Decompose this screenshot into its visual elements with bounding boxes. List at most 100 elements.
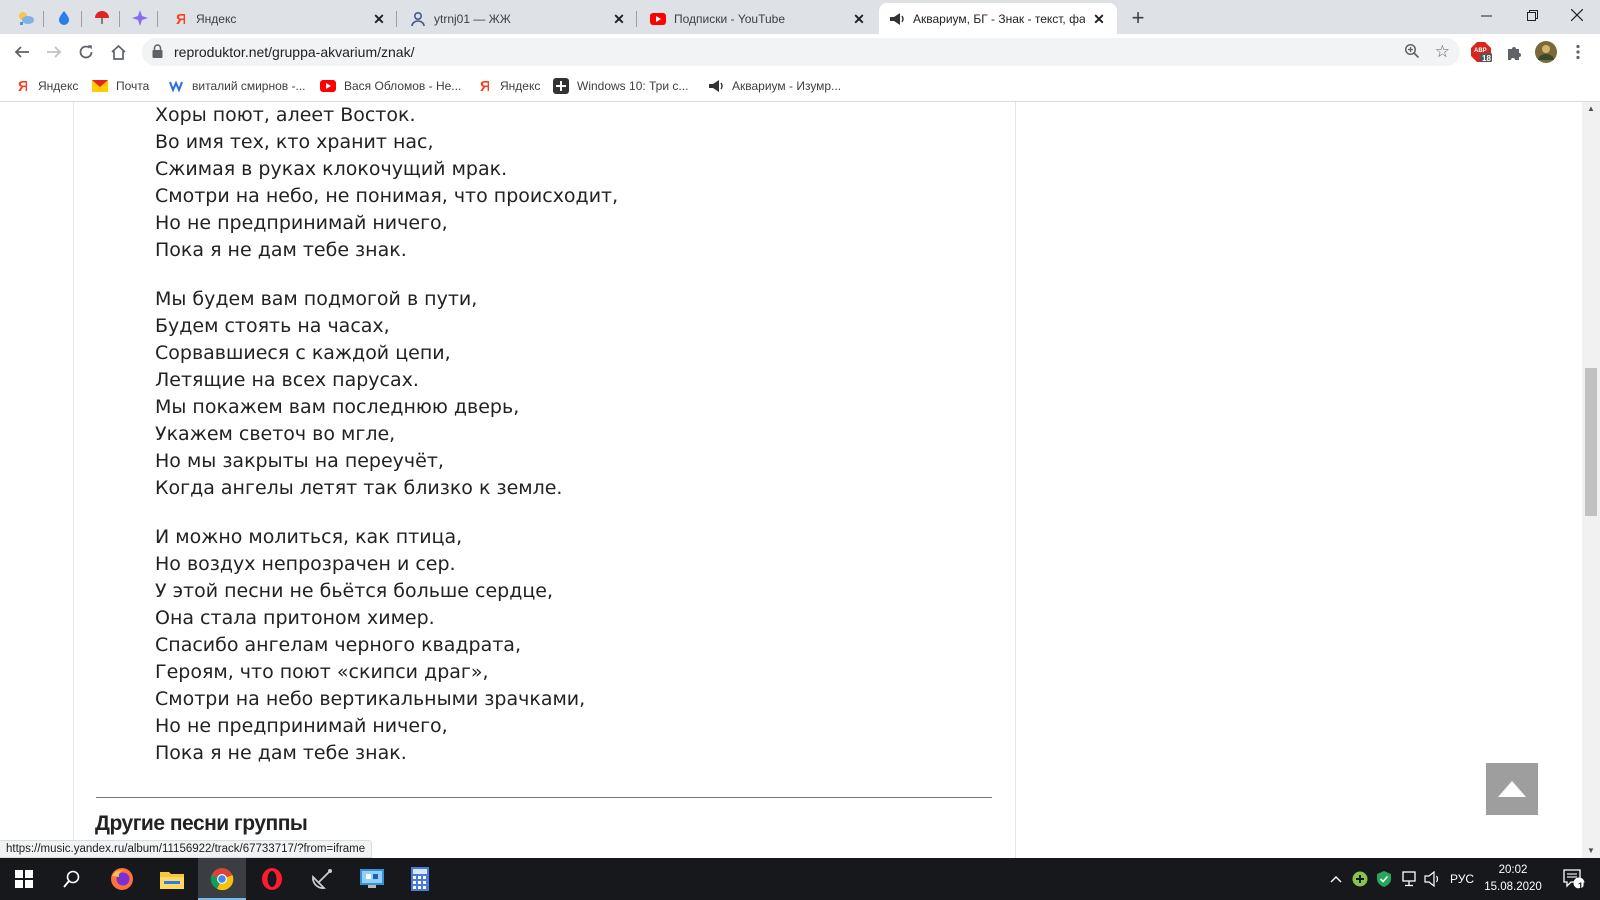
bookmark-star-icon[interactable]: ☆ [1435, 42, 1450, 62]
tab-separator [119, 11, 120, 27]
back-arrow-icon [14, 46, 29, 58]
youtube-icon [650, 11, 666, 27]
yandex-icon: Я [172, 11, 188, 27]
close-icon[interactable]: ✕ [851, 11, 867, 27]
tab-separator [157, 11, 158, 27]
lyrics-line: У этой песни не бьётся больше сердце, [155, 580, 554, 602]
taskbar-chrome[interactable] [198, 858, 246, 900]
bookmark-yandex-2[interactable]: Я Яндекс [476, 77, 540, 95]
tab-akvarium[interactable]: Аквариум, БГ - Знак - текст, фа ✕ [879, 3, 1117, 34]
home-button[interactable] [104, 38, 132, 66]
bookmark-yandex[interactable]: Я Яндекс [14, 77, 78, 95]
close-icon[interactable]: ✕ [611, 11, 627, 27]
restore-button[interactable] [1509, 0, 1555, 30]
bookmark-windows10[interactable]: Windows 10: Три с... [553, 77, 688, 95]
taskbar-opera[interactable] [248, 858, 296, 900]
new-tab-button[interactable]: + [1124, 5, 1152, 33]
start-button[interactable] [0, 858, 48, 900]
scrollbar-thumb[interactable] [1585, 368, 1597, 516]
scroll-to-top-button[interactable] [1486, 763, 1538, 815]
scroll-up-arrow-icon[interactable]: ▲ [1582, 102, 1600, 116]
speaker-icon [708, 78, 724, 94]
lyrics-line: Смотри на небо, не понимая, что происход… [155, 185, 619, 207]
speaker-icon [889, 11, 905, 27]
content-border-left [73, 102, 74, 858]
tray-overflow-button[interactable] [1326, 858, 1346, 900]
drop-icon [59, 11, 69, 25]
extensions-button[interactable] [1502, 40, 1526, 64]
bookmark-youtube[interactable]: Вася Обломов - Не... [320, 77, 461, 95]
lyrics-line: Спасибо ангелам черного квадрата, [155, 634, 521, 656]
vk-icon [168, 78, 184, 94]
bookmark-vk[interactable]: виталий смирнов -... [168, 77, 306, 95]
pinned-tab-drop[interactable] [46, 3, 82, 33]
close-icon[interactable]: ✕ [1091, 11, 1107, 27]
lyrics-line: Летящие на всех парусах. [155, 369, 419, 391]
close-window-button[interactable] [1554, 0, 1600, 30]
forward-button[interactable] [40, 38, 68, 66]
taskbar-search-button[interactable] [48, 858, 96, 900]
menu-button[interactable] [1566, 40, 1590, 64]
forward-arrow-icon [47, 46, 62, 58]
plus-circle-icon [1352, 871, 1368, 887]
reload-button[interactable] [72, 38, 100, 66]
bookmark-mail[interactable]: Почта [92, 77, 149, 95]
reload-icon [79, 45, 93, 59]
pinned-tab-umbrella[interactable] [84, 3, 120, 33]
close-icon[interactable]: ✕ [371, 11, 387, 27]
taskbar-file-explorer[interactable] [148, 858, 196, 900]
zoom-icon[interactable] [1404, 43, 1420, 59]
tab-youtube[interactable]: Подписки - YouTube ✕ [640, 3, 877, 34]
tray-app-green[interactable] [1350, 858, 1370, 900]
tab-livejournal[interactable]: ytrnj01 — ЖЖ ✕ [400, 3, 637, 34]
address-bar[interactable]: reproduktor.net/gruppa-akvarium/znak/ ☆ [142, 38, 1460, 66]
lyrics-line: Будем стоять на часах, [155, 315, 390, 337]
tab-separator [43, 11, 44, 27]
tray-network[interactable] [1398, 858, 1420, 900]
lyrics-stanza: И можно молиться, как птица, Но воздух н… [155, 524, 618, 767]
tray-language[interactable]: РУС [1448, 858, 1476, 900]
bookmark-akvarium[interactable]: Аквариум - Изумр... [708, 77, 841, 95]
tab-title: Аквариум, БГ - Знак - текст, фа [913, 11, 1085, 26]
tray-volume[interactable] [1422, 858, 1444, 900]
search-icon [63, 870, 80, 888]
adblock-extension-button[interactable]: ABP 18 [1470, 40, 1494, 64]
chevron-up-icon [1330, 876, 1342, 883]
more-vert-icon [1576, 44, 1580, 60]
network-icon [1402, 871, 1416, 887]
lyrics-line: Мы покажем вам последнюю дверь, [155, 396, 520, 418]
vertical-scrollbar[interactable]: ▲ ▼ [1582, 102, 1600, 858]
close-icon [1571, 9, 1583, 21]
bookmark-label: Аквариум - Изумр... [732, 79, 842, 93]
page-viewport: Хоры поют, алеет Восток. Во имя тех, кто… [0, 102, 1582, 858]
browser-toolbar: reproduktor.net/gruppa-akvarium/znak/ ☆ … [0, 34, 1600, 70]
clock-date: 15.08.2020 [1484, 881, 1542, 893]
url-text[interactable]: reproduktor.net/gruppa-akvarium/znak/ [174, 44, 414, 60]
tab-yandex[interactable]: Я Яндекс ✕ [162, 3, 397, 34]
pinned-tab-weather[interactable] [8, 3, 44, 33]
svg-text:Я: Я [176, 11, 185, 27]
pinned-tab-sparkle[interactable] [122, 3, 158, 33]
minimize-button[interactable] [1463, 0, 1509, 30]
taskbar-satellite-app[interactable] [298, 858, 346, 900]
umbrella-icon [95, 11, 109, 24]
lyrics-stanza: Мы будем вам подмогой в пути, Будем стоя… [155, 286, 618, 502]
taskbar-control-panel[interactable] [348, 858, 396, 900]
bookmarks-bar: Я Яндекс Почта виталий смирнов -... Вася… [0, 70, 1600, 102]
taskbar-firefox[interactable] [98, 858, 146, 900]
tab-separator [81, 11, 82, 27]
scroll-down-arrow-icon[interactable]: ▼ [1582, 844, 1600, 858]
tab-title: ytrnj01 — ЖЖ [434, 11, 511, 26]
back-button[interactable] [8, 38, 36, 66]
lyrics-line: Но воздух непрозрачен и сер. [155, 553, 456, 575]
minimize-icon [1480, 15, 1492, 16]
action-center-button[interactable]: 15 [1554, 858, 1594, 900]
profile-button[interactable] [1534, 40, 1558, 64]
yandex-icon: Я [14, 78, 30, 94]
extension-badge: 18 [1482, 54, 1491, 63]
taskbar-calculator[interactable] [396, 858, 444, 900]
tray-security[interactable] [1374, 858, 1394, 900]
lyrics-line: Пока я не дам тебе знак. [155, 239, 407, 261]
taskbar-clock[interactable]: 20:02 15.08.2020 [1478, 862, 1548, 896]
lyrics-line: Героям, что поют «скипси драг», [155, 661, 489, 683]
